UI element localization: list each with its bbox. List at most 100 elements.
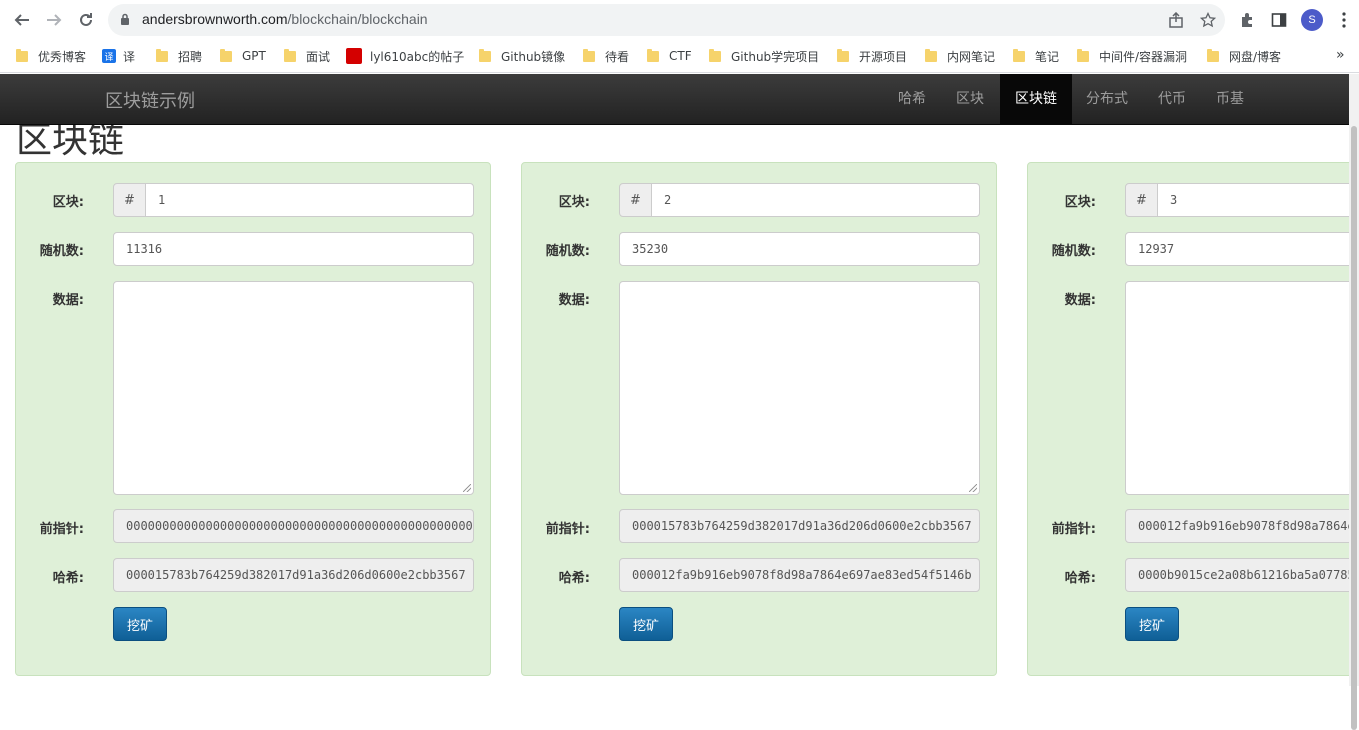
forward-button[interactable] xyxy=(42,8,66,32)
nonce-label: 随机数: xyxy=(39,244,84,259)
bookmark-item[interactable]: lyl610abc的帖子 xyxy=(346,47,464,65)
side-panel-icon[interactable] xyxy=(1269,10,1289,30)
arrow-right-icon xyxy=(47,14,62,26)
folder-icon xyxy=(647,48,659,62)
bookmark-label: Github学完项目 xyxy=(731,49,820,64)
bookmark-item[interactable]: Github镜像 xyxy=(479,47,565,65)
data-label: 数据: xyxy=(1064,293,1096,308)
nav-block[interactable]: 区块 xyxy=(947,74,993,124)
block-number-input[interactable]: 2 xyxy=(651,183,980,217)
bookmark-item[interactable]: 面试 xyxy=(284,47,330,65)
more-menu-icon[interactable] xyxy=(1334,10,1354,30)
folder-icon xyxy=(709,48,721,62)
nonce-input[interactable]: 11316 xyxy=(113,232,474,266)
resize-grip-icon[interactable] xyxy=(463,484,471,492)
bookmark-item[interactable]: GPT xyxy=(220,47,266,65)
folder-icon xyxy=(1077,48,1089,62)
block-label: 区块: xyxy=(1064,195,1096,210)
bookmarks-overflow-button[interactable]: » xyxy=(1336,47,1345,63)
page-title: 区块链 xyxy=(16,125,125,161)
bookmark-item[interactable]: 开源项目 xyxy=(837,47,907,65)
bookmark-item[interactable]: 招聘 xyxy=(156,47,202,65)
folder-icon xyxy=(583,48,595,62)
bookmark-label: GPT xyxy=(242,49,266,63)
bookmark-label: Github镜像 xyxy=(501,49,566,64)
folder-icon xyxy=(1207,48,1219,62)
bookmark-item[interactable]: 笔记 xyxy=(1013,47,1059,65)
back-button[interactable] xyxy=(10,8,34,32)
address-bar[interactable]: andersbrownworth.com/blockchain/blockcha… xyxy=(108,4,1225,36)
block-number-input[interactable]: 1 xyxy=(145,183,474,217)
hash-label: 哈希: xyxy=(52,571,84,586)
url-text: andersbrownworth.com/blockchain/blockcha… xyxy=(142,11,428,27)
data-textarea[interactable] xyxy=(113,281,474,495)
bookmark-label: 开源项目 xyxy=(859,49,908,64)
site-favicon-icon xyxy=(346,48,362,64)
prev-label: 前指针: xyxy=(1051,522,1096,537)
block-label: 区块: xyxy=(558,195,590,210)
folder-icon xyxy=(284,48,296,62)
bookmark-label: 面试 xyxy=(306,49,331,64)
prev-hash-field: 000015783b764259d382017d91a36d206d0600e2… xyxy=(619,509,980,543)
mine-button[interactable]: 挖矿 xyxy=(619,607,673,641)
nonce-input[interactable]: 35230 xyxy=(619,232,980,266)
bookmark-label: 内网笔记 xyxy=(947,49,996,64)
nonce-label: 随机数: xyxy=(545,244,590,259)
share-icon[interactable] xyxy=(1168,12,1184,28)
bookmark-item[interactable]: 优秀博客 xyxy=(16,47,86,65)
bookmark-item[interactable]: Github学完项目 xyxy=(709,47,819,65)
mine-button[interactable]: 挖矿 xyxy=(1125,607,1179,641)
nav-coinbase[interactable]: 币基 xyxy=(1207,74,1253,124)
bookmark-label: 译 xyxy=(123,49,136,64)
reload-button[interactable] xyxy=(74,8,98,32)
bookmark-label: 中间件/容器漏洞 xyxy=(1099,49,1188,64)
hash-symbol-addon: # xyxy=(619,183,652,217)
hash-field: 000012fa9b916eb9078f8d98a7864e697ae83ed5… xyxy=(619,558,980,592)
prev-label: 前指针: xyxy=(545,522,590,537)
prev-hash-field: 000012fa9b916eb9078f8d98a7864e697ae83ed5… xyxy=(1125,509,1349,543)
bookmark-star-icon[interactable] xyxy=(1200,12,1216,28)
resize-grip-icon[interactable] xyxy=(969,484,977,492)
url-path: /blockchain/blockchain xyxy=(287,11,428,27)
site-brand[interactable]: 区块链示例 xyxy=(105,87,195,113)
hash-label: 哈希: xyxy=(1064,571,1096,586)
extensions-icon[interactable] xyxy=(1237,10,1257,30)
bookmark-item[interactable]: 网盘/博客 xyxy=(1207,47,1281,65)
folder-icon xyxy=(1013,48,1025,62)
prev-hash-field: 0000000000000000000000000000000000000000… xyxy=(113,509,474,543)
block-label: 区块: xyxy=(52,195,84,210)
block-number-input[interactable]: 3 xyxy=(1157,183,1349,217)
folder-icon xyxy=(156,48,168,62)
bookmark-label: 招聘 xyxy=(178,49,203,64)
nav-distributed[interactable]: 分布式 xyxy=(1077,74,1137,124)
lock-icon xyxy=(121,13,129,25)
bookmark-label: 优秀博客 xyxy=(38,49,87,64)
page-content: 区块链 区块: # 1 随机数: 11316 数据: 前指针: 00000000… xyxy=(0,125,1349,686)
nav-blockchain[interactable]: 区块链 xyxy=(1000,74,1072,124)
browser-toolbar: andersbrownworth.com/blockchain/blockcha… xyxy=(0,0,1359,40)
data-textarea[interactable] xyxy=(619,281,980,495)
bookmark-item[interactable]: 中间件/容器漏洞 xyxy=(1077,47,1187,65)
folder-icon xyxy=(925,48,937,62)
bookmark-item[interactable]: CTF xyxy=(647,47,692,65)
folder-icon xyxy=(16,48,28,62)
folder-icon xyxy=(220,48,232,62)
bookmark-item[interactable]: 译译 xyxy=(102,47,135,65)
data-textarea[interactable] xyxy=(1125,281,1349,495)
nav-tokens[interactable]: 代币 xyxy=(1149,74,1195,124)
bookmark-item[interactable]: 待看 xyxy=(583,47,629,65)
mine-button[interactable]: 挖矿 xyxy=(113,607,167,641)
bookmarks-bar: 优秀博客 译译 招聘 GPT 面试 lyl610abc的帖子 Github镜像 … xyxy=(0,40,1359,73)
block-card: 区块: # 2 随机数: 35230 数据: 前指针: 000015783b76… xyxy=(521,162,997,676)
arrow-left-icon xyxy=(14,14,29,26)
url-host: andersbrownworth.com xyxy=(142,11,288,27)
hash-field: 000015783b764259d382017d91a36d206d0600e2… xyxy=(113,558,474,592)
page-scrollbar[interactable] xyxy=(1349,74,1359,730)
bookmark-label: 网盘/博客 xyxy=(1229,49,1282,64)
bookmark-item[interactable]: 内网笔记 xyxy=(925,47,995,65)
nonce-input[interactable]: 12937 xyxy=(1125,232,1349,266)
profile-avatar[interactable]: S xyxy=(1301,9,1323,31)
scrollbar-thumb[interactable] xyxy=(1351,126,1357,730)
hash-symbol-addon: # xyxy=(113,183,146,217)
nav-hash[interactable]: 哈希 xyxy=(889,74,935,124)
